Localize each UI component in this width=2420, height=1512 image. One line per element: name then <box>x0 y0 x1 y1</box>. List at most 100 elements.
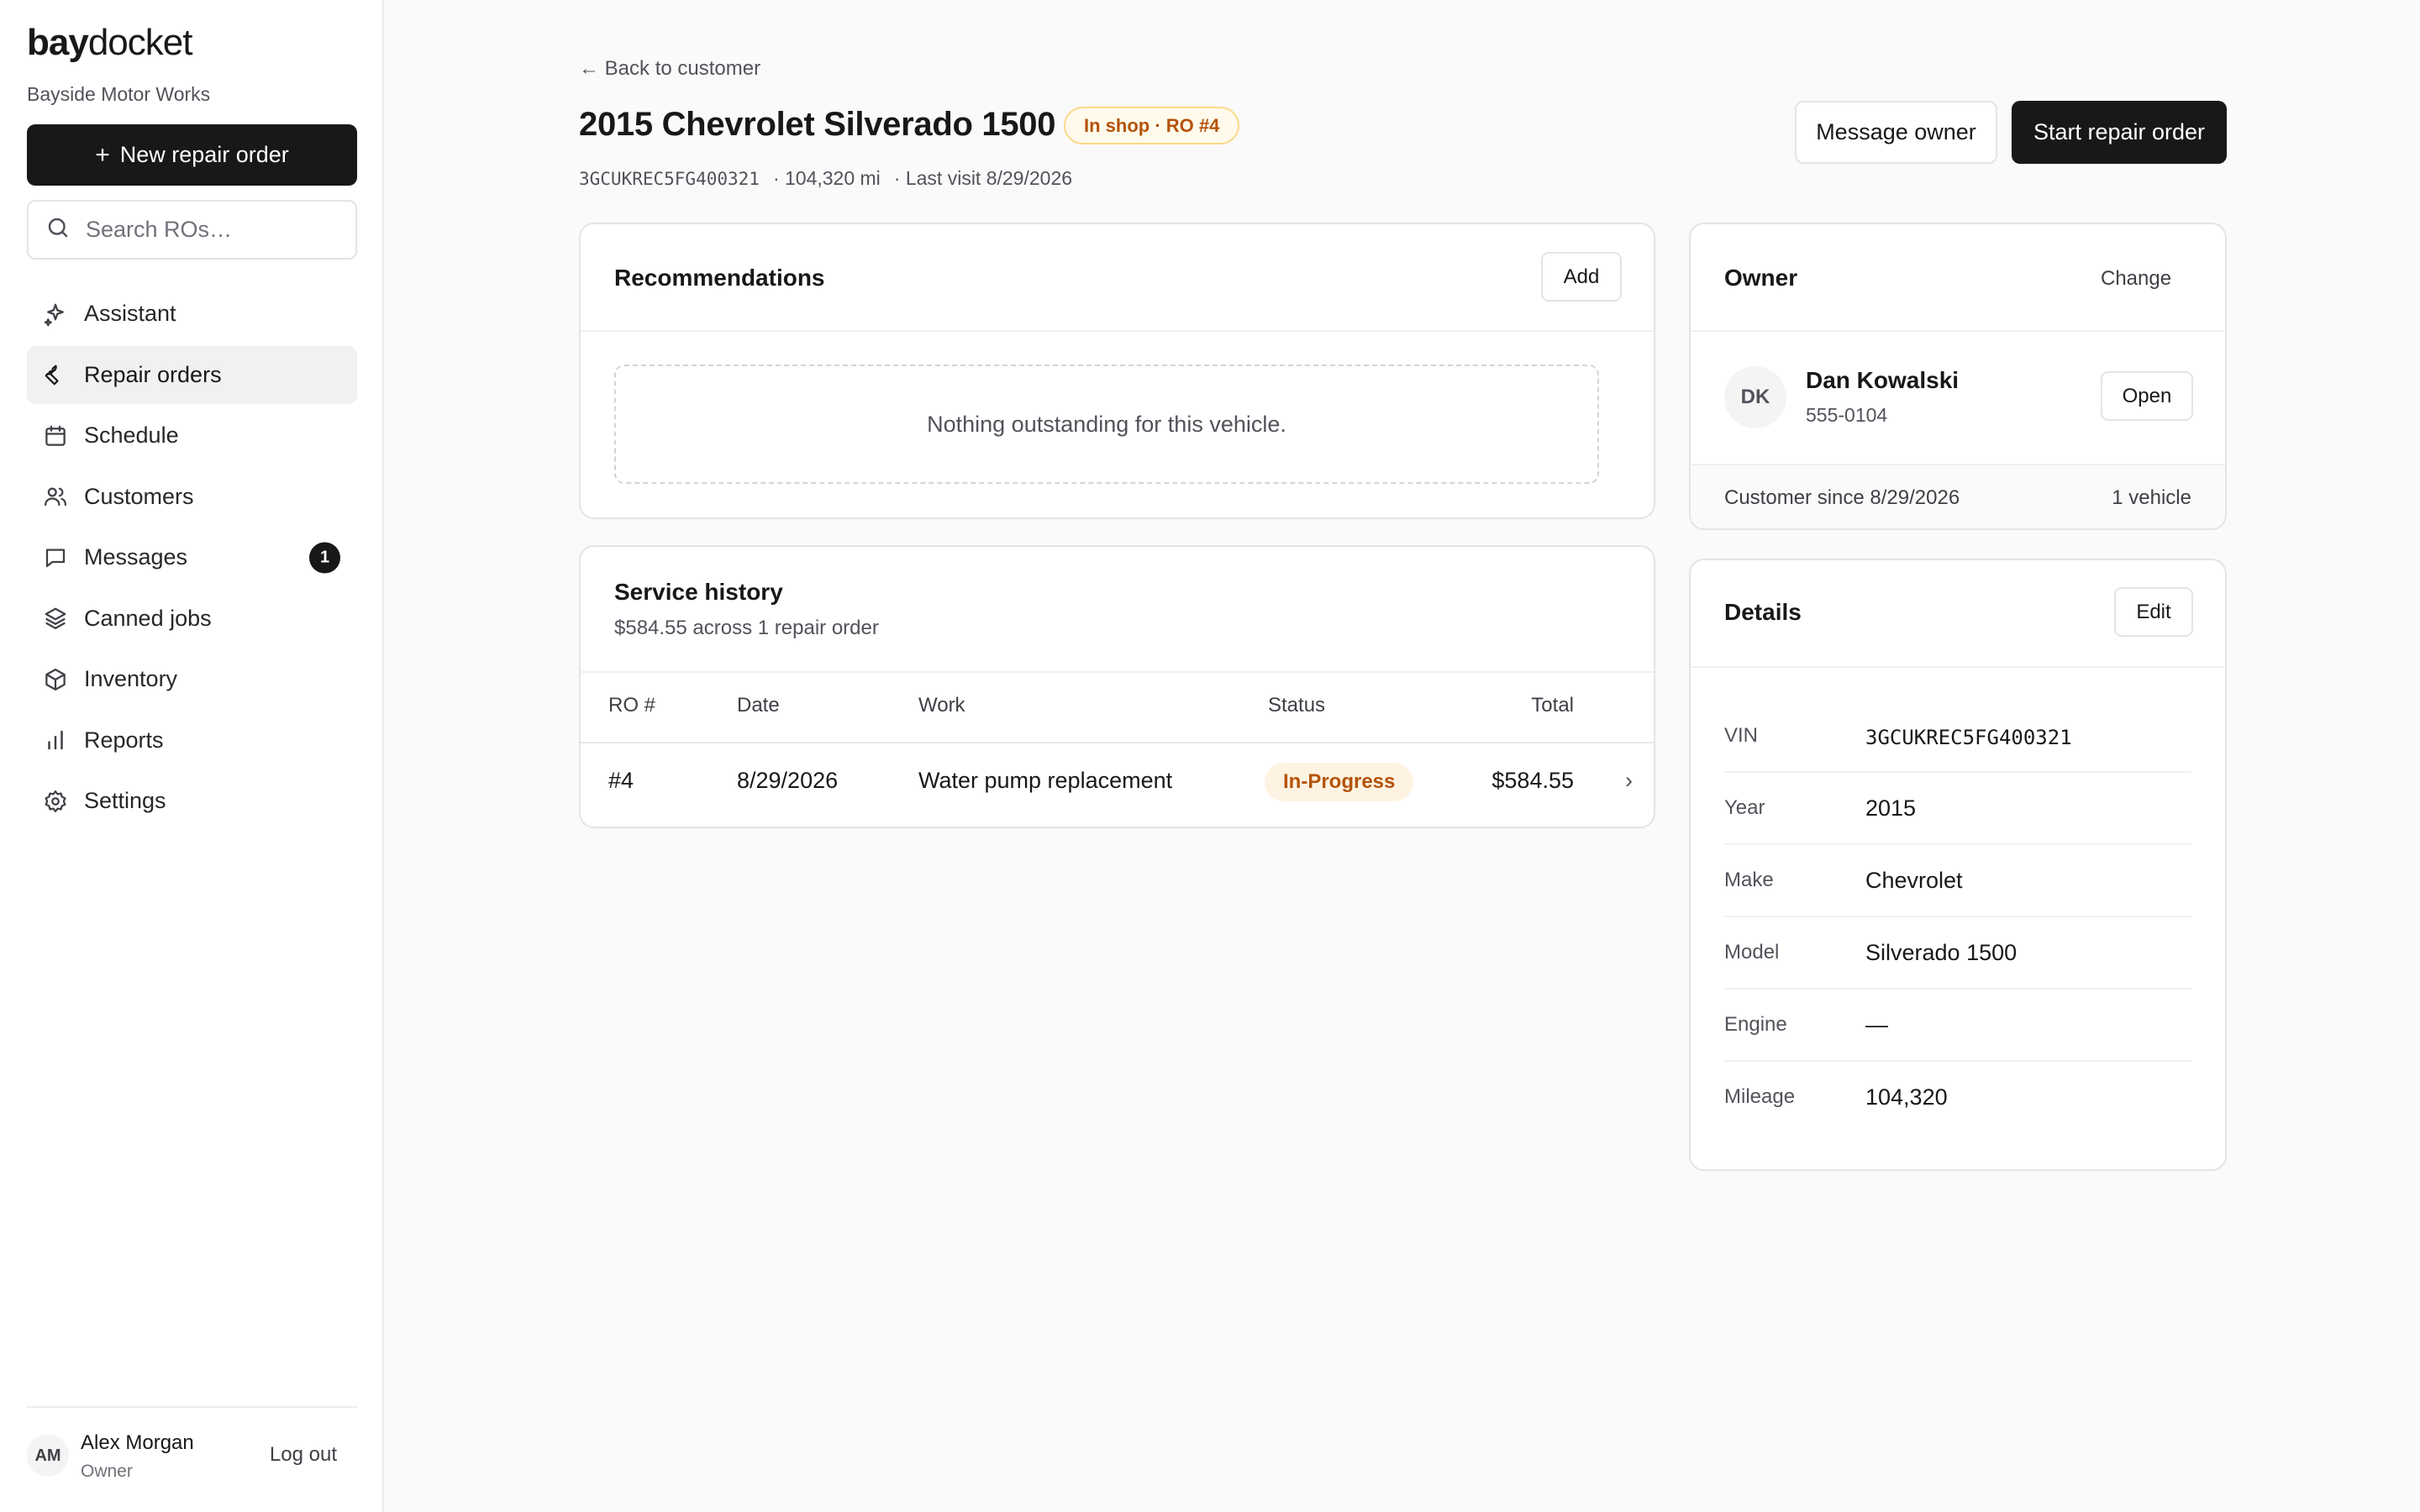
detail-value: — <box>1865 1012 1888 1037</box>
add-recommendation-button[interactable]: Add <box>1541 252 1622 302</box>
sidebar-item-schedule[interactable]: Schedule <box>27 407 357 465</box>
user-role: Owner <box>81 1462 133 1481</box>
search-box[interactable] <box>27 200 357 260</box>
row-date: 8/29/2026 <box>737 768 839 793</box>
avatar: DK <box>1724 366 1786 428</box>
sidebar-item-label: Canned jobs <box>84 605 212 631</box>
change-owner-button[interactable]: Change <box>2101 267 2171 291</box>
open-owner-button[interactable]: Open <box>2101 371 2193 421</box>
column-header-work: Work <box>918 694 965 717</box>
sidebar-item-label: Settings <box>84 788 166 813</box>
user-footer: AM Alex Morgan Owner Log out <box>27 1406 357 1512</box>
detail-row-mileage: Mileage 104,320 <box>1724 1062 2191 1134</box>
owner-phone: 555-0104 <box>1806 404 1888 426</box>
row-status-badge: In-Progress <box>1265 763 1414 801</box>
sidebar-item-label: Messages <box>84 544 188 570</box>
detail-label: Mileage <box>1724 1085 1796 1108</box>
sidebar-item-canned-jobs[interactable]: Canned jobs <box>27 590 357 648</box>
start-repair-order-button[interactable]: Start repair order <box>2012 101 2227 164</box>
detail-row-vin: VIN 3GCUKREC5FG400321 <box>1724 701 2191 773</box>
sidebar-item-inventory[interactable]: Inventory <box>27 650 357 708</box>
column-header-date: Date <box>737 694 780 717</box>
service-history-card: Service history $584.55 across 1 repair … <box>579 545 1655 828</box>
detail-row-model: Model Silverado 1500 <box>1724 917 2191 990</box>
status-badge: In shop · RO #4 <box>1064 107 1240 144</box>
sidebar-item-label: Customers <box>84 483 194 509</box>
divider <box>1691 330 2225 332</box>
column-header-total: Total <box>1531 694 1574 717</box>
sidebar-item-assistant[interactable]: Assistant <box>27 285 357 343</box>
new-repair-order-label: New repair order <box>119 142 289 167</box>
last-visit-text: · Last visit 8/29/2026 <box>893 167 1073 189</box>
table-row[interactable]: #4 8/29/2026 Water pump replacement In-P… <box>581 743 1654 827</box>
layers-icon <box>42 605 69 632</box>
sidebar-item-messages[interactable]: Messages 1 <box>27 528 357 586</box>
sidebar-item-label: Schedule <box>84 423 179 448</box>
plus-icon: + <box>95 140 110 169</box>
vin-text: 3GCUKREC5FG400321 <box>579 168 760 189</box>
sidebar-item-label: Assistant <box>84 301 176 326</box>
detail-row-engine: Engine — <box>1724 990 2191 1062</box>
sidebar-nav: Assistant Repair orders Schedule Custome… <box>27 285 357 833</box>
sidebar: baydocket Bayside Motor Works + New repa… <box>0 0 384 1512</box>
chevron-right-icon: › <box>1625 768 1633 793</box>
calendar-icon <box>42 423 69 449</box>
owner-card: Owner Change DK Dan Kowalski 555-0104 Op… <box>1689 223 2227 530</box>
divider <box>1691 666 2225 668</box>
detail-label: Model <box>1724 941 1780 963</box>
mileage-text: · 104,320 mi <box>772 167 881 189</box>
customer-since: Customer since 8/29/2026 <box>1724 486 1960 509</box>
brand-logo[interactable]: baydocket <box>27 22 192 64</box>
new-repair-order-button[interactable]: + New repair order <box>27 124 357 186</box>
detail-row-make: Make Chevrolet <box>1724 845 2191 917</box>
logout-button[interactable]: Log out <box>270 1443 337 1467</box>
sidebar-item-label: Inventory <box>84 666 178 691</box>
detail-row-year: Year 2015 <box>1724 773 2191 845</box>
row-ro: #4 <box>608 768 634 793</box>
divider <box>581 330 1654 332</box>
row-work: Water pump replacement <box>918 768 1173 793</box>
user-name: Alex Morgan <box>81 1431 194 1454</box>
users-icon <box>42 483 69 510</box>
column-header-status: Status <box>1268 694 1326 717</box>
row-total: $584.55 <box>1491 768 1574 793</box>
details-title: Details <box>1724 599 1802 625</box>
owner-footer: Customer since 8/29/2026 1 vehicle <box>1691 464 2225 528</box>
sidebar-item-customers[interactable]: Customers <box>27 468 357 526</box>
detail-label: VIN <box>1724 724 1759 747</box>
detail-value: Silverado 1500 <box>1865 940 2018 965</box>
shop-name: Bayside Motor Works <box>27 83 211 105</box>
sidebar-item-label: Reports <box>84 727 164 753</box>
unread-badge: 1 <box>309 542 340 573</box>
detail-label: Engine <box>1724 1013 1787 1036</box>
search-input[interactable] <box>84 216 339 244</box>
page-title: 2015 Chevrolet Silverado 1500 <box>579 106 1056 143</box>
gear-icon <box>42 788 69 815</box>
wrench-icon <box>42 361 69 388</box>
search-icon <box>45 215 71 244</box>
detail-value: Chevrolet <box>1865 868 1963 893</box>
divider <box>581 671 1654 673</box>
detail-label: Make <box>1724 869 1774 891</box>
sidebar-item-settings[interactable]: Settings <box>27 772 357 830</box>
edit-details-button[interactable]: Edit <box>2114 587 2193 637</box>
detail-label: Year <box>1724 796 1765 819</box>
owner-title: Owner <box>1724 265 1798 291</box>
sidebar-item-reports[interactable]: Reports <box>27 711 357 769</box>
sparkle-icon <box>42 301 69 328</box>
sidebar-item-repair-orders[interactable]: Repair orders <box>27 345 357 404</box>
recommendations-card: Recommendations Add Nothing outstanding … <box>579 223 1655 519</box>
message-icon <box>42 544 69 571</box>
detail-value: 104,320 <box>1865 1084 1948 1110</box>
sidebar-item-label: Repair orders <box>84 361 222 387</box>
detail-value: 2015 <box>1865 795 1917 821</box>
recommendations-title: Recommendations <box>614 265 825 291</box>
service-history-title: Service history <box>614 579 783 605</box>
message-owner-button[interactable]: Message owner <box>1795 101 1997 164</box>
empty-state: Nothing outstanding for this vehicle. <box>614 365 1599 484</box>
back-to-customer-link[interactable]: ← Back to customer <box>579 57 760 81</box>
detail-value: 3GCUKREC5FG400321 <box>1865 726 2072 749</box>
bar-chart-icon <box>42 727 69 753</box>
details-card: Details Edit VIN 3GCUKREC5FG400321 Year … <box>1689 559 2227 1171</box>
vehicle-count: 1 vehicle <box>2112 486 2191 509</box>
